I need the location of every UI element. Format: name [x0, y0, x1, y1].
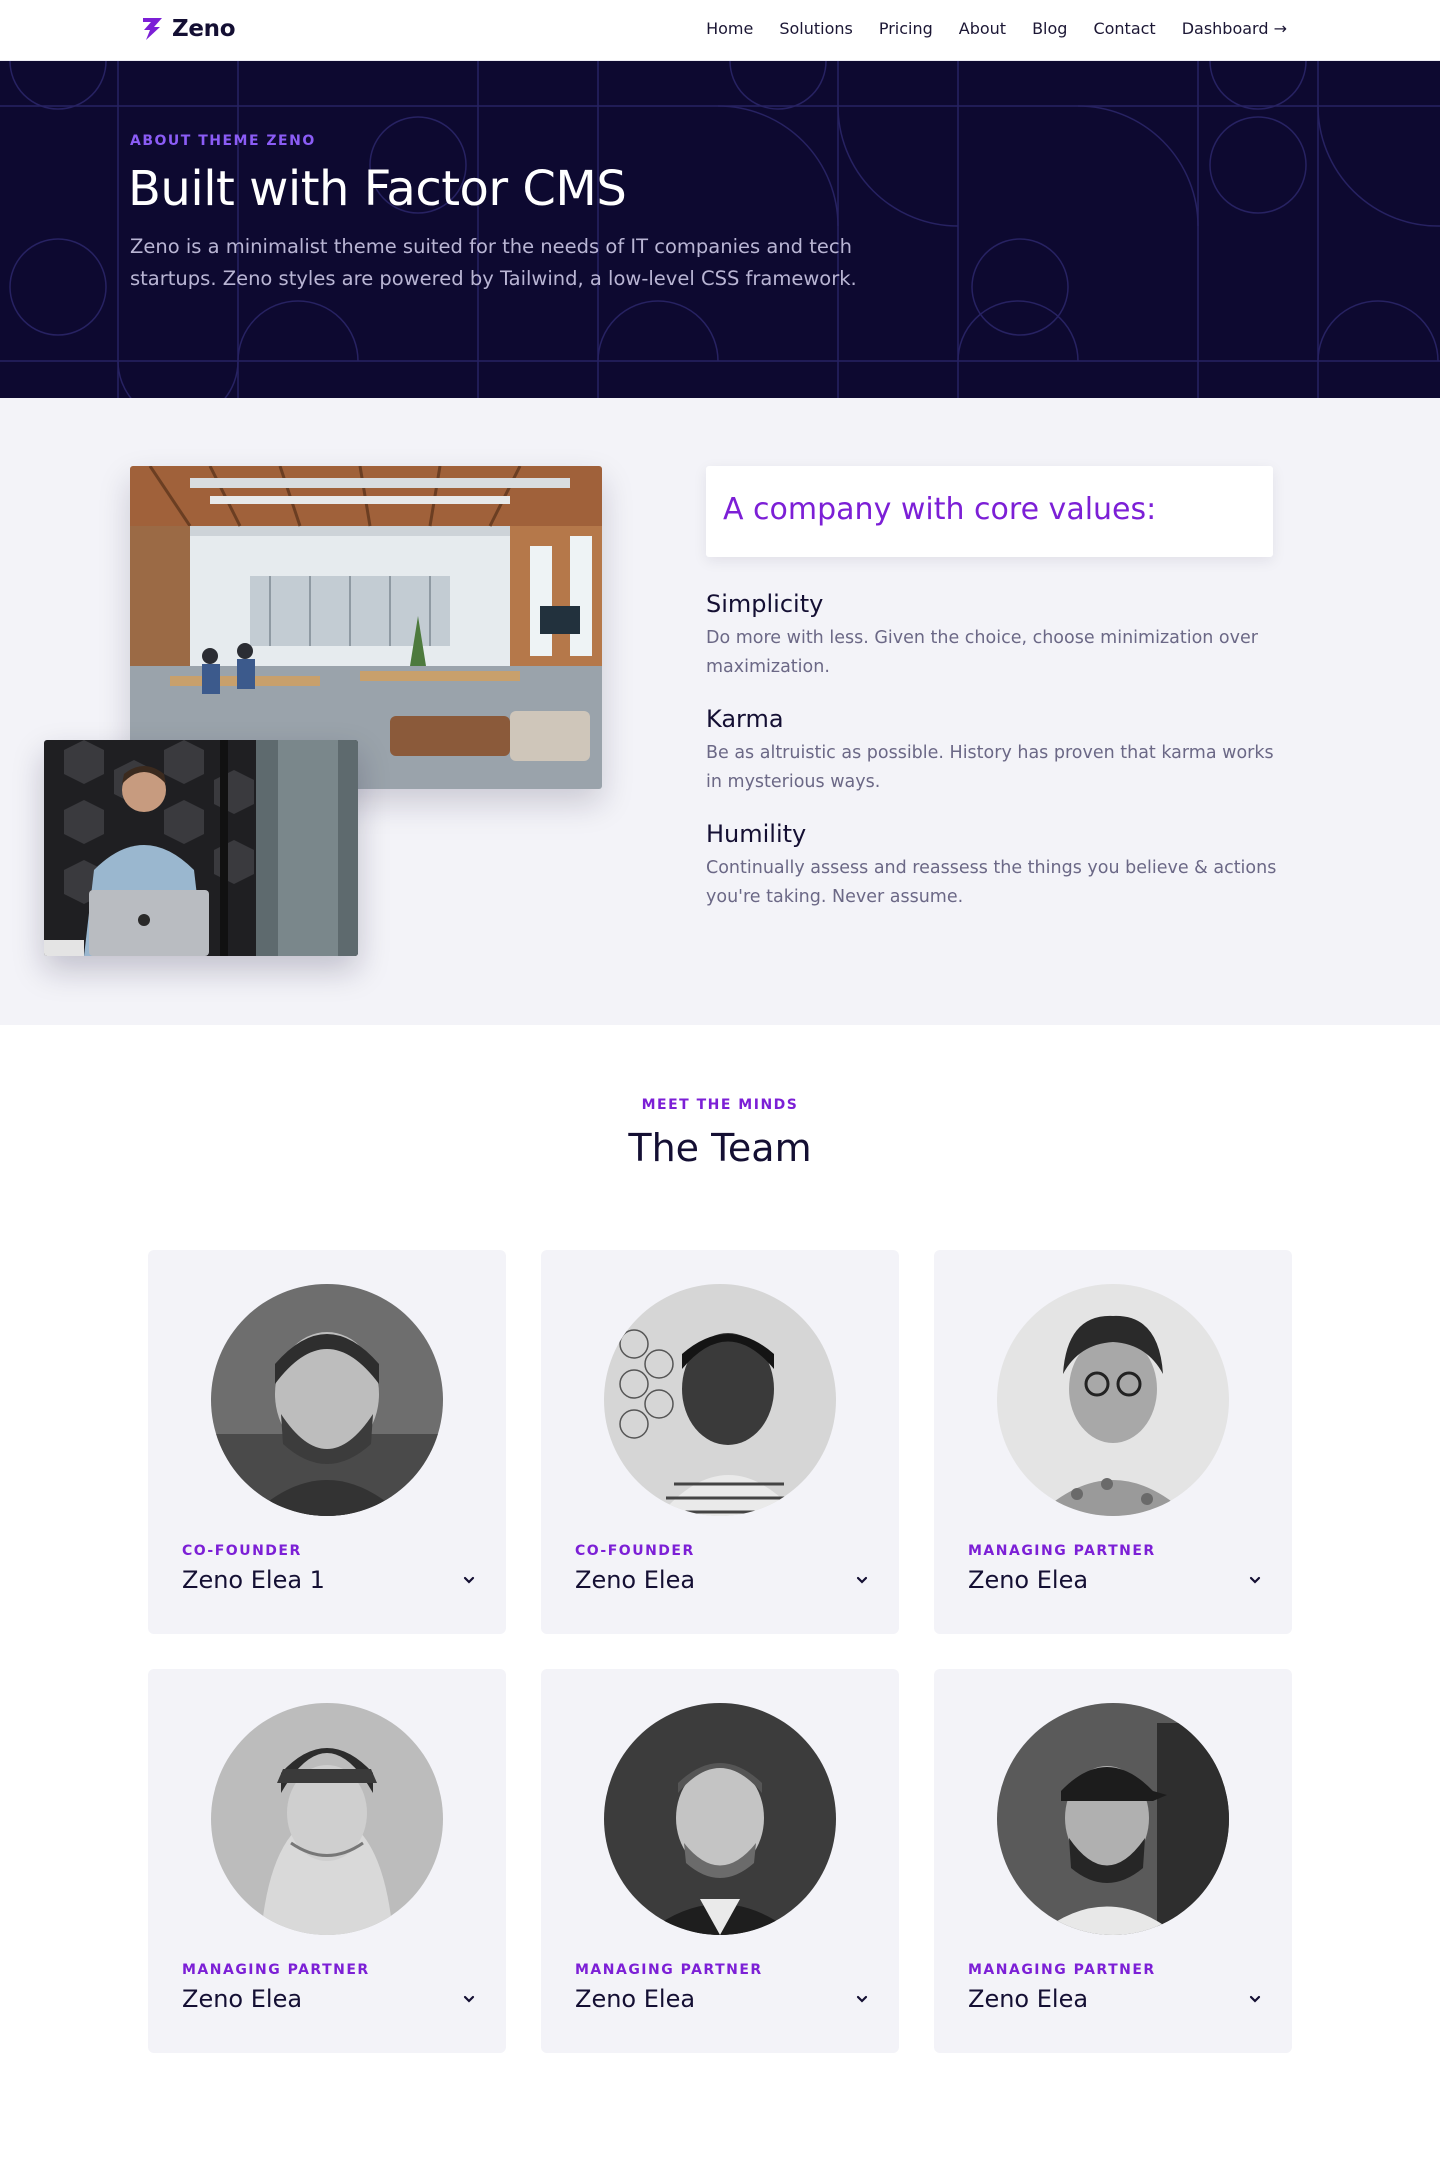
team-member-role: MANAGING PARTNER [968, 1543, 1156, 1559]
team-member-avatar [604, 1703, 836, 1935]
hero-title: Built with Factor CMS [128, 161, 627, 217]
chevron-down-icon[interactable] [1248, 1992, 1262, 2006]
nav-blog[interactable]: Blog [1032, 19, 1067, 38]
value-simplicity: Simplicity Do more with less. Given the … [706, 590, 1286, 682]
team-member-name: Zeno Elea [182, 1985, 303, 2013]
nav-pricing[interactable]: Pricing [879, 19, 933, 38]
team-member-avatar [211, 1284, 443, 1516]
top-navbar: Zeno Home Solutions Pricing About Blog C… [0, 0, 1440, 61]
team-member-role: MANAGING PARTNER [182, 1962, 370, 1978]
value-description: Be as altruistic as possible. History ha… [706, 743, 1274, 792]
team-member-role: CO-FOUNDER [575, 1543, 695, 1559]
chevron-down-icon[interactable] [462, 1573, 476, 1587]
team-member-avatar [997, 1284, 1229, 1516]
man-photo-illustration [44, 740, 358, 956]
zeno-bolt-icon [143, 18, 162, 40]
hero-description: Zeno is a minimalist theme suited for th… [130, 235, 857, 290]
hero-kicker: ABOUT THEME ZENO [130, 133, 316, 149]
value-karma: Karma Be as altruistic as possible. Hist… [706, 705, 1286, 797]
nav-solutions[interactable]: Solutions [779, 19, 853, 38]
man-with-laptop-photo [44, 740, 358, 956]
team-member-avatar [211, 1703, 443, 1935]
core-values-heading-box: A company with core values: [706, 466, 1273, 557]
team-card[interactable]: CO-FOUNDER Zeno Elea [541, 1250, 899, 1634]
value-description: Do more with less. Given the choice, cho… [706, 628, 1258, 677]
value-description: Continually assess and reassess the thin… [706, 858, 1277, 907]
team-card[interactable]: MANAGING PARTNER Zeno Elea [541, 1669, 899, 2053]
team-member-role: MANAGING PARTNER [575, 1962, 763, 1978]
brand-name: Zeno [172, 16, 236, 42]
team-member-name: Zeno Elea [968, 1566, 1089, 1594]
team-member-name: Zeno Elea 1 [182, 1566, 325, 1594]
nav-dashboard[interactable]: Dashboard → [1182, 19, 1287, 38]
team-member-name: Zeno Elea [575, 1985, 696, 2013]
team-title: The Team [628, 1126, 812, 1170]
value-name: Karma [706, 705, 784, 733]
team-member-role: MANAGING PARTNER [968, 1962, 1156, 1978]
value-name: Simplicity [706, 590, 824, 618]
team-member-name: Zeno Elea [575, 1566, 696, 1594]
nav-contact[interactable]: Contact [1093, 19, 1155, 38]
hero-background-pattern [0, 61, 1440, 398]
chevron-down-icon[interactable] [855, 1992, 869, 2006]
core-values-heading: A company with core values: [723, 492, 1157, 527]
team-member-role: CO-FOUNDER [182, 1543, 302, 1559]
brand-logo[interactable]: Zeno [140, 16, 236, 42]
team-card[interactable]: MANAGING PARTNER Zeno Elea [934, 1250, 1292, 1634]
nav-links: Home Solutions Pricing About Blog Contac… [706, 19, 1287, 38]
team-card[interactable]: MANAGING PARTNER Zeno Elea [934, 1669, 1292, 2053]
team-member-avatar [604, 1284, 836, 1516]
core-values-section: A company with core values: Simplicity D… [0, 398, 1440, 1025]
hero-section: ABOUT THEME ZENO Built with Factor CMS Z… [0, 61, 1440, 398]
value-name: Humility [706, 820, 807, 848]
chevron-down-icon[interactable] [1248, 1573, 1262, 1587]
team-card[interactable]: CO-FOUNDER Zeno Elea 1 [148, 1250, 506, 1634]
team-card[interactable]: MANAGING PARTNER Zeno Elea [148, 1669, 506, 2053]
team-member-name: Zeno Elea [968, 1985, 1089, 2013]
nav-about[interactable]: About [959, 19, 1006, 38]
chevron-down-icon[interactable] [462, 1992, 476, 2006]
chevron-down-icon[interactable] [855, 1573, 869, 1587]
team-member-avatar [997, 1703, 1229, 1935]
nav-home[interactable]: Home [706, 19, 753, 38]
team-kicker: MEET THE MINDS [641, 1097, 799, 1113]
value-humility: Humility Continually assess and reassess… [706, 820, 1286, 912]
